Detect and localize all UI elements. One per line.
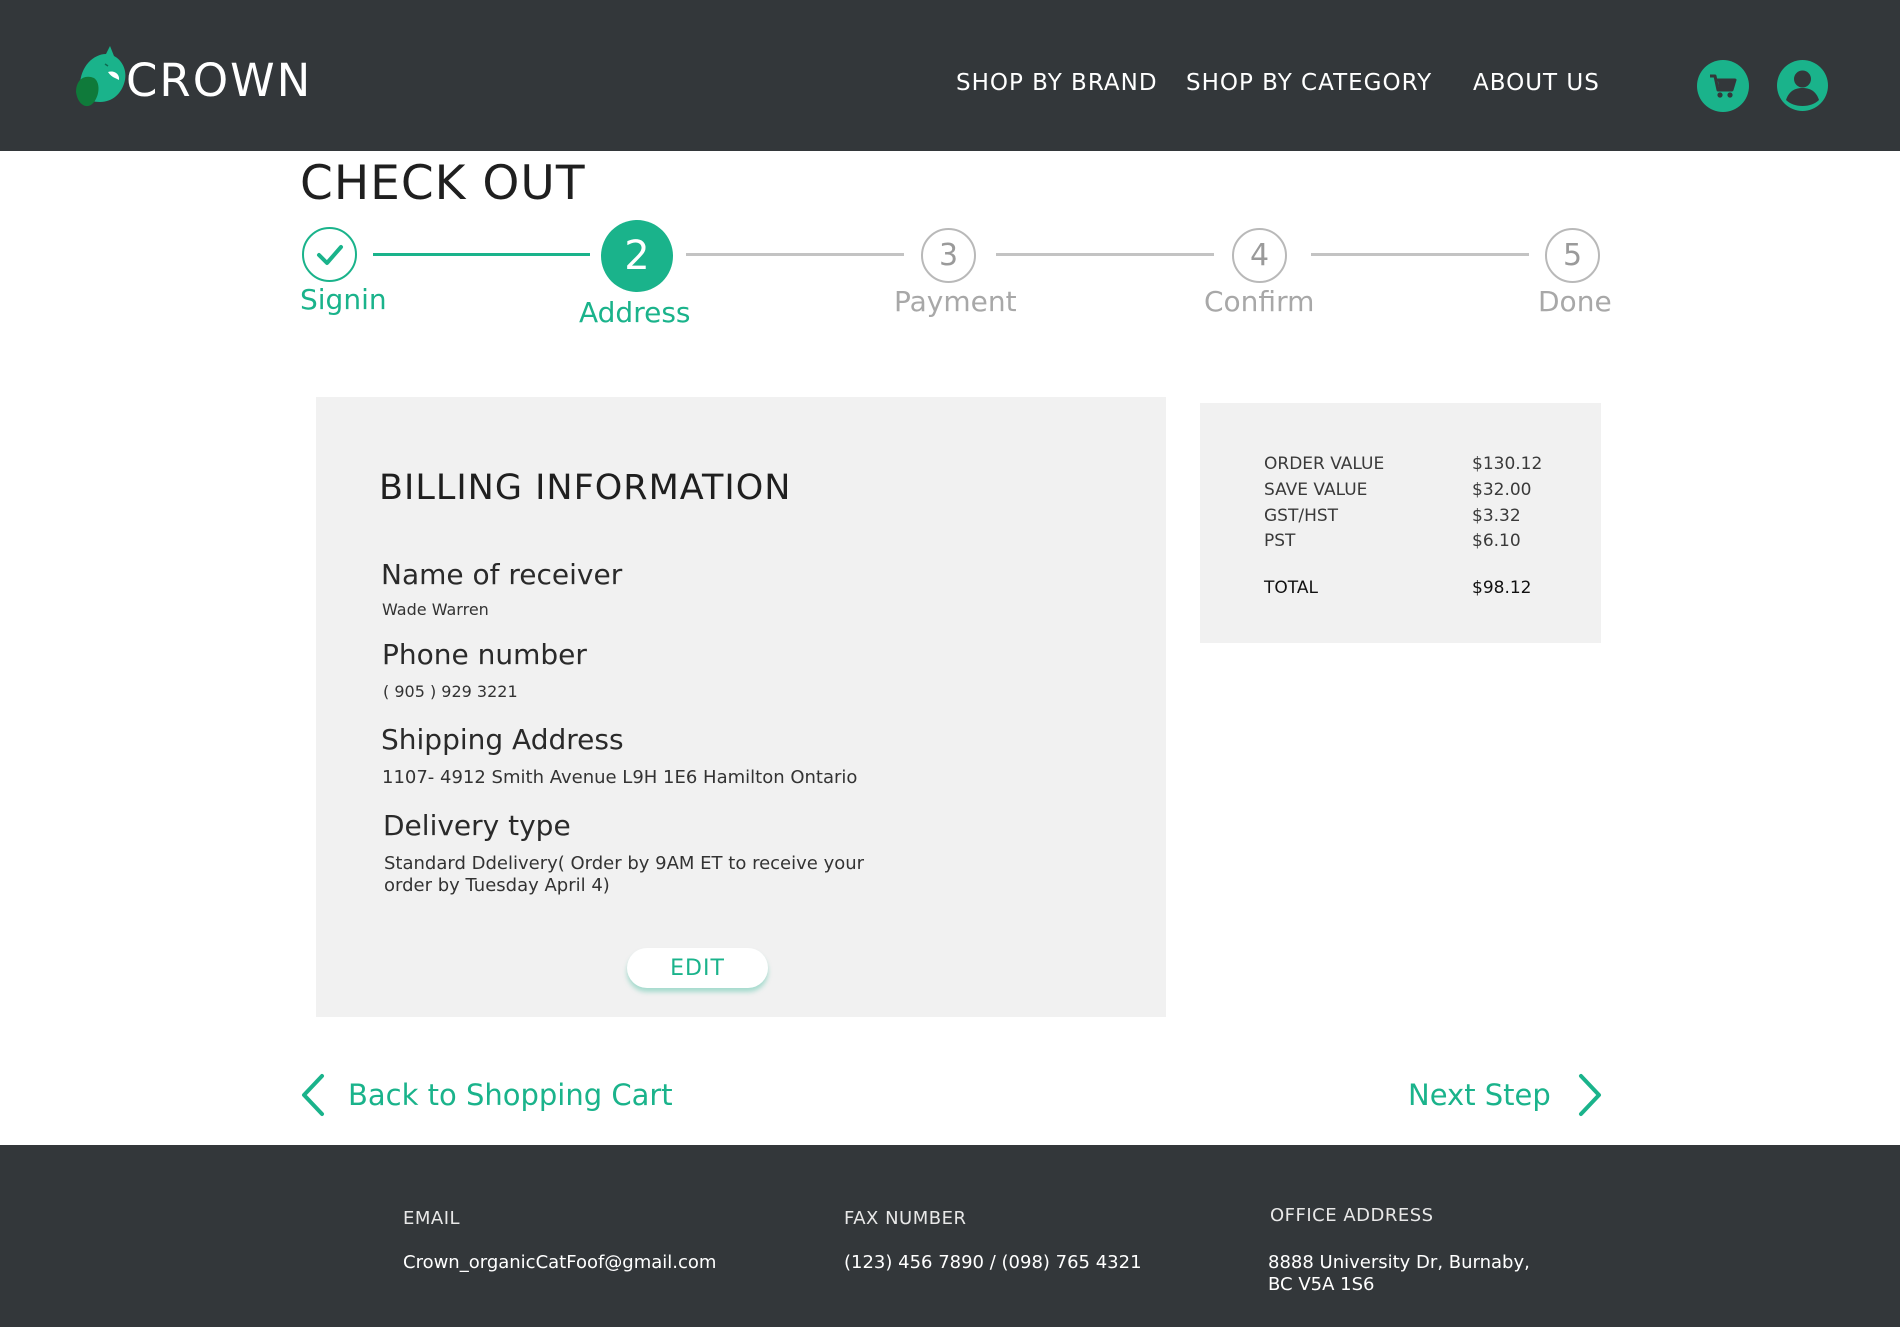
billing-title: BILLING INFORMATION: [379, 468, 792, 508]
nav-about-us[interactable]: ABOUT US: [1473, 70, 1600, 96]
footer-fax-heading: FAX NUMBER: [844, 1208, 967, 1229]
total-label: TOTAL: [1264, 578, 1318, 598]
next-step-label[interactable]: Next Step: [1408, 1078, 1551, 1112]
step-connector: [686, 253, 904, 256]
step-done-circle[interactable]: 5: [1545, 228, 1600, 283]
chevron-right-icon: [1578, 1074, 1601, 1116]
step-payment-circle[interactable]: 3: [921, 228, 976, 283]
footer-office-line2: BC V5A 1S6: [1268, 1274, 1375, 1295]
brand-name[interactable]: CROWN: [126, 54, 312, 107]
receiver-name-label: Name of receiver: [381, 558, 623, 591]
step-signin-label[interactable]: Signin: [300, 283, 387, 316]
footer-fax-value: (123) 456 7890 / (098) 765 4321: [844, 1252, 1142, 1273]
chevron-left-icon: [302, 1074, 324, 1116]
step-connector: [1311, 253, 1529, 256]
site-footer: [0, 1145, 1900, 1327]
step-confirm-circle[interactable]: 4: [1232, 228, 1287, 283]
shipping-address-label: Shipping Address: [381, 723, 624, 756]
nav-shop-by-brand[interactable]: SHOP BY BRAND: [956, 70, 1158, 96]
user-icon: [1786, 70, 1819, 106]
phone-number-value: ( 905 ) 929 3221: [383, 682, 518, 701]
footer-email-value[interactable]: Crown_organicCatFoof@gmail.com: [403, 1251, 716, 1274]
footer-email-heading: EMAIL: [403, 1208, 461, 1229]
step-done-label[interactable]: Done: [1538, 285, 1612, 318]
summary-label: SAVE VALUE: [1264, 480, 1368, 500]
summary-value: $6.10: [1472, 531, 1521, 551]
nav-shop-by-category[interactable]: SHOP BY CATEGORY: [1186, 70, 1432, 96]
receiver-name-value: Wade Warren: [382, 600, 489, 619]
delivery-type-label: Delivery type: [383, 809, 571, 842]
step-confirm-label[interactable]: Confirm: [1204, 285, 1314, 318]
cat-logo-icon[interactable]: [72, 44, 132, 114]
step-address-circle[interactable]: 2: [601, 220, 673, 292]
order-summary-panel: [1200, 403, 1601, 643]
phone-number-label: Phone number: [382, 638, 587, 671]
edit-button[interactable]: EDIT: [627, 948, 768, 988]
delivery-type-value: Standard Ddelivery( Order by 9AM ET to r…: [384, 853, 865, 896]
summary-label: GST/HST: [1264, 506, 1339, 526]
page-title: CHECK OUT: [300, 156, 586, 211]
back-to-cart-link[interactable]: Back to Shopping Cart: [300, 1073, 673, 1117]
next-step-link[interactable]: Next Step: [1408, 1073, 1603, 1117]
footer-office-heading: OFFICE ADDRESS: [1270, 1205, 1434, 1226]
step-connector: [996, 253, 1214, 256]
summary-value: $130.12: [1472, 454, 1543, 474]
total-value: $98.12: [1472, 578, 1532, 598]
step-payment-label[interactable]: Payment: [894, 285, 1017, 318]
step-connector: [373, 253, 590, 256]
step-signin-circle[interactable]: [302, 227, 357, 282]
step-address-label[interactable]: Address: [579, 296, 691, 329]
account-button[interactable]: [1777, 60, 1828, 111]
summary-value: $32.00: [1472, 480, 1532, 500]
summary-label: ORDER VALUE: [1264, 454, 1385, 474]
site-header: CROWN SHOP BY BRAND SHOP BY CATEGORY ABO…: [0, 0, 1900, 151]
footer-office-line1: 8888 University Dr, Burnaby,: [1268, 1252, 1530, 1273]
check-icon: [316, 244, 343, 265]
summary-label: PST: [1264, 531, 1296, 551]
back-to-cart-label[interactable]: Back to Shopping Cart: [348, 1078, 673, 1112]
shipping-address-value: 1107- 4912 Smith Avenue L9H 1E6 Hamilton…: [382, 767, 858, 788]
cart-icon: [1710, 74, 1737, 98]
cart-button[interactable]: [1697, 60, 1749, 112]
summary-value: $3.32: [1472, 506, 1521, 526]
